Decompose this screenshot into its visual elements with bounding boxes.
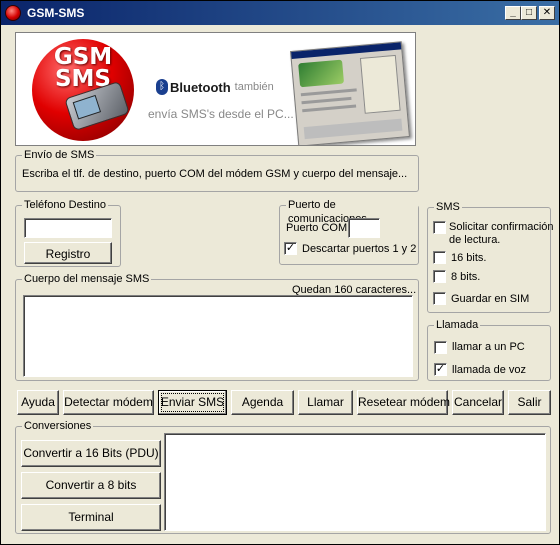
phone-number-input[interactable] [24,218,112,238]
cancelar-button[interactable]: Cancelar [452,390,504,415]
descartar-checkbox[interactable]: ✓ [284,242,297,255]
guardar-sim-checkbox[interactable] [433,292,446,305]
message-body-group: Cuerpo del mensaje SMS Quedan 160 caract… [15,272,419,381]
read-receipt-label: Solicitar confirmación [449,221,554,233]
llamar-pc-checkbox[interactable] [434,341,447,354]
16-bits-checkbox[interactable] [433,251,446,264]
close-button[interactable]: ✕ [539,6,555,20]
ayuda-button[interactable]: Ayuda [17,390,59,415]
8-bits-label: 8 bits. [451,271,481,283]
telefono-group: Teléfono Destino Registro [15,198,121,267]
llamada-voz-checkbox[interactable]: ✓ [434,363,447,376]
envio-description: Escriba el tlf. de destino, puerto COM d… [22,168,408,180]
read-receipt-checkbox[interactable] [433,221,446,234]
terminal-button[interactable]: Terminal [21,504,161,531]
message-body-textarea[interactable] [23,295,413,377]
sms-options-group: SMS Solicitar confirmación de lectura. 1… [427,200,554,313]
llamada-legend: Llamada [434,318,481,332]
title-bar[interactable]: GSM-SMS _ □ ✕ [1,1,559,25]
banner-tagline: envía SMS's desde el PC... [148,107,294,121]
llamar-pc-label: llamar a un PC [452,341,525,353]
banner-image: GSM SMS ᛒ Bluetooth también envía SMS's de… [15,32,416,146]
com-port-input[interactable] [348,218,380,238]
convert-8-bits-button[interactable]: Convertir a 8 bits [21,472,161,499]
registro-button[interactable]: Registro [24,242,112,264]
telefono-legend: Teléfono Destino [22,198,108,212]
maximize-button[interactable]: □ [521,6,537,20]
app-screenshot-thumbnail [290,41,410,145]
read-receipt-label-2: de lectura. [449,234,501,246]
envio-legend: Envío de SMS [22,148,97,162]
detectar-modem-button[interactable]: Detectar módem [63,390,154,415]
message-body-legend: Cuerpo del mensaje SMS [22,272,152,286]
llamada-voz-label: llamada de voz [452,364,526,376]
8-bits-checkbox[interactable] [433,270,446,283]
agenda-button[interactable]: Agenda [231,390,294,415]
llamada-group: Llamada llamar a un PC ✓ llamada de voz [427,318,551,381]
conversiones-legend: Conversiones [22,419,94,433]
bluetooth-icon: ᛒ [156,79,168,95]
main-window: GSM-SMS _ □ ✕ GSM SMS ᛒ Bluetooth también … [0,0,560,545]
resetear-modem-button[interactable]: Resetear módem [357,390,450,415]
minimize-button[interactable]: _ [505,6,521,20]
sms-legend: SMS [434,200,462,214]
conversiones-group: Conversiones Convertir a 16 Bits (PDU) C… [15,419,551,534]
salir-button[interactable]: Salir [508,390,551,415]
envio-group: Envío de SMS Escriba el tlf. de destino,… [15,148,419,192]
descartar-label: Descartar puertos 1 y 2 [302,243,417,255]
enviar-sms-button[interactable]: Enviar SMS [158,390,227,415]
conversion-output[interactable] [164,433,546,531]
convert-16-bits-button[interactable]: Convertir a 16 Bits (PDU) [21,440,161,467]
com-port-label: Puerto COM: [286,222,351,234]
bluetooth-label: ᛒ Bluetooth también [156,79,274,95]
guardar-sim-label: Guardar en SIM [451,293,530,305]
puerto-group: Puerto de comunicaciones Puerto COM: ✓ D… [279,198,419,265]
window-title: GSM-SMS [27,6,85,20]
16-bits-label: 16 bits. [451,252,487,264]
app-icon[interactable] [5,5,21,21]
llamar-button[interactable]: Llamar [298,390,353,415]
